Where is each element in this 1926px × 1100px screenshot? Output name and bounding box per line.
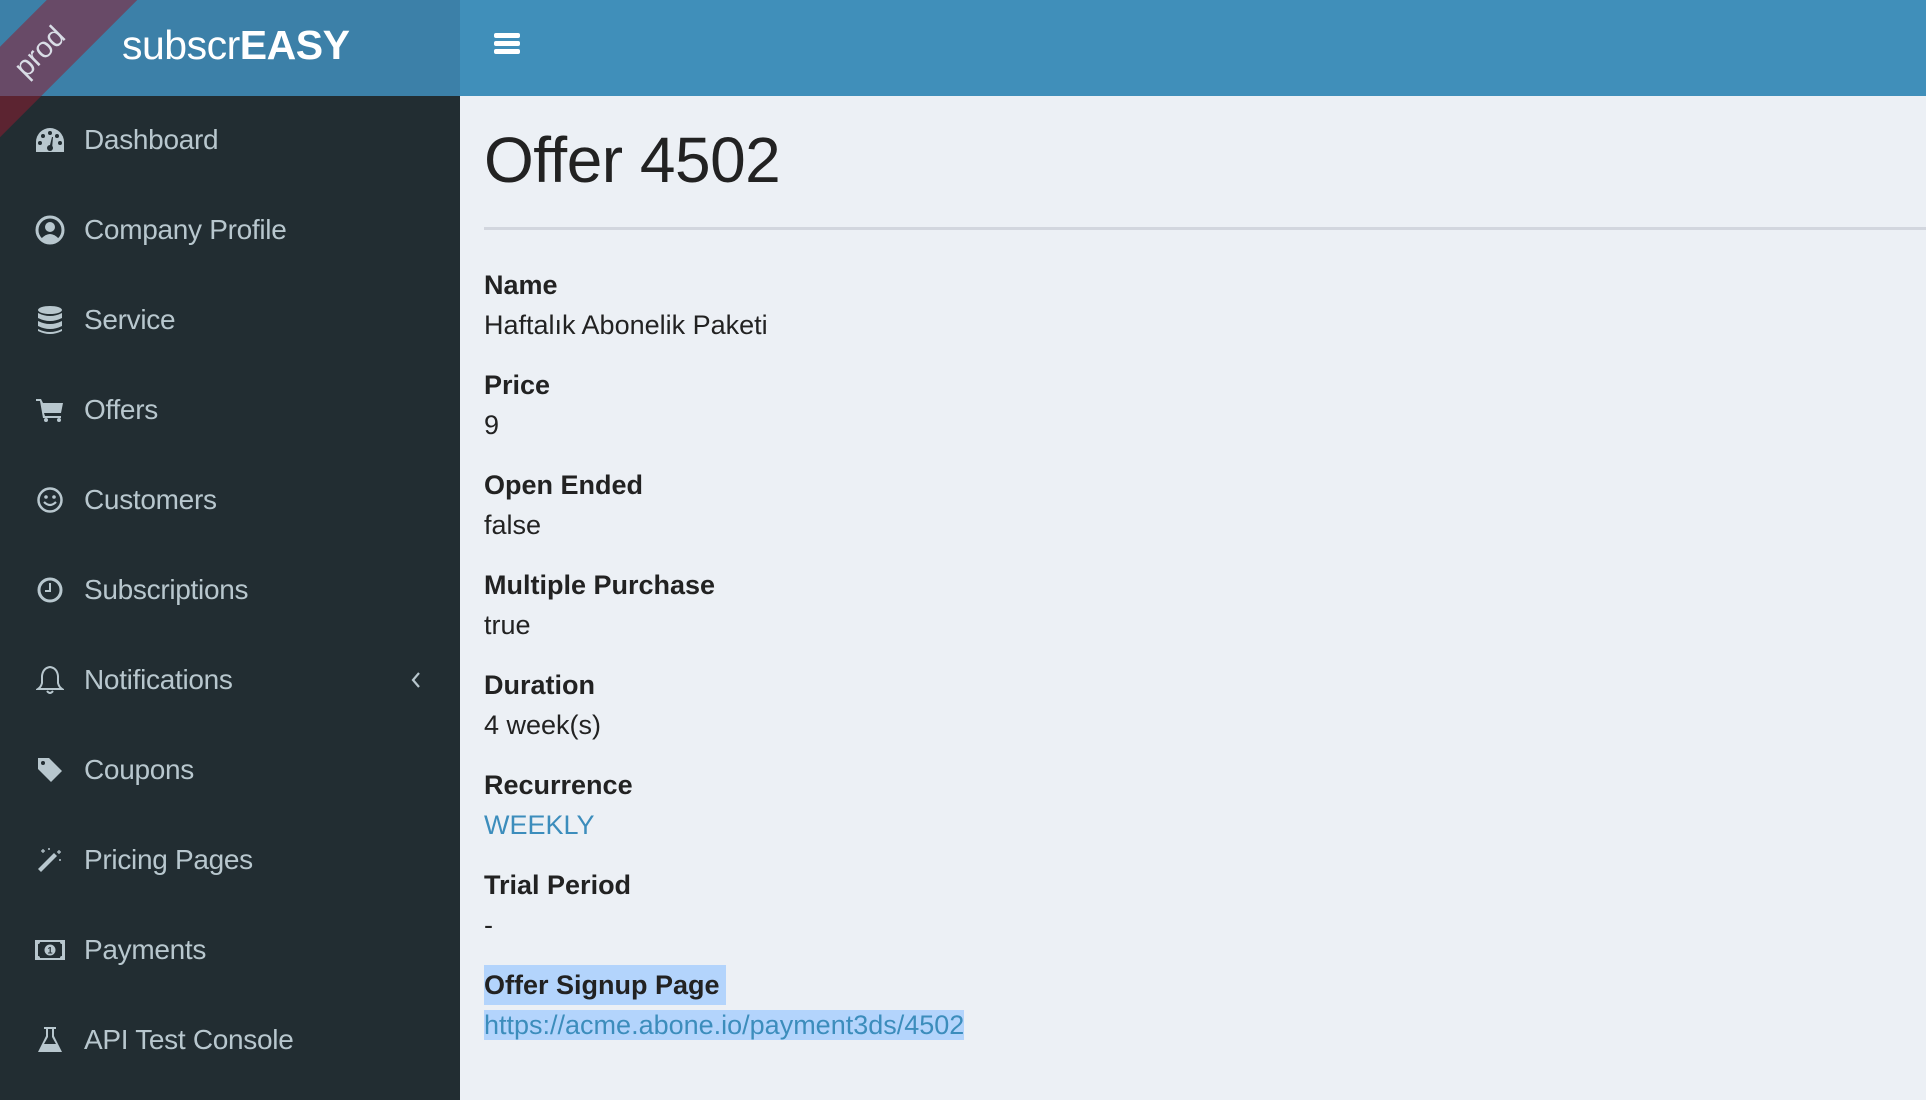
field-multiple-purchase: Multiple Purchase true: [484, 565, 715, 645]
title-divider: [484, 227, 1926, 230]
sidebar-item-label: Coupons: [84, 754, 194, 785]
sidebar-item-payments[interactable]: 1 Payments: [0, 905, 460, 995]
hamburger-icon[interactable]: [494, 33, 522, 57]
field-label: Recurrence: [484, 770, 633, 800]
sidebar-item-label: Pricing Pages: [84, 844, 253, 875]
field-recurrence: Recurrence WEEKLY: [484, 765, 633, 845]
sidebar-item-offers[interactable]: Offers: [0, 365, 460, 455]
sidebar-item-notifications[interactable]: Notifications: [0, 635, 460, 725]
bell-icon: [34, 664, 66, 696]
sidebar-item-label: Subscriptions: [84, 574, 249, 605]
sidebar-item-label: Company Profile: [84, 214, 287, 245]
dashboard-gauge-icon: [34, 124, 66, 156]
sidebar-item-label: Customers: [84, 484, 217, 515]
chevron-left-icon[interactable]: [406, 665, 426, 695]
sidebar-item-api-test-console[interactable]: API Test Console: [0, 995, 460, 1085]
flask-icon: [34, 1024, 66, 1056]
page-title: Offer 4502: [484, 124, 781, 196]
hamburger-bar: [494, 41, 520, 46]
sidebar-item-label: Payments: [84, 934, 207, 965]
smile-icon: [34, 484, 66, 516]
svg-text:1: 1: [47, 946, 52, 956]
field-value: 9: [484, 410, 500, 440]
money-bill-icon: 1: [34, 934, 66, 966]
field-duration: Duration 4 week(s): [484, 665, 601, 745]
app-logo[interactable]: subscrEASY: [122, 20, 350, 70]
field-label: Price: [484, 370, 551, 400]
field-value: -: [484, 910, 493, 940]
sidebar-item-customers[interactable]: Customers: [0, 455, 460, 545]
signup-page-url[interactable]: https://acme.abone.io/payment3ds/4502: [484, 1010, 965, 1040]
field-offer-signup-page: Offer Signup Page https://acme.abone.io/…: [484, 965, 965, 1045]
user-circle-icon: [34, 214, 66, 246]
hamburger-bar: [494, 33, 520, 38]
sidebar-item-coupons[interactable]: Coupons: [0, 725, 460, 815]
field-label: Multiple Purchase: [484, 570, 716, 600]
field-label: Duration: [484, 670, 595, 700]
logo-text-bold: EASY: [239, 22, 350, 68]
field-label: Open Ended: [484, 470, 644, 500]
field-value: Haftalık Abonelik Paketi: [484, 310, 768, 340]
sidebar-item-label: Dashboard: [84, 124, 219, 155]
field-label: Trial Period: [484, 870, 632, 900]
logo-text-light: subscr: [122, 22, 240, 68]
magic-wand-icon: [34, 844, 66, 876]
shopping-cart-icon: [34, 394, 66, 426]
database-icon: [34, 304, 66, 336]
sidebar-item-label: API Test Console: [84, 1024, 294, 1055]
sidebar-item-subscriptions[interactable]: Subscriptions: [0, 545, 460, 635]
field-trial-period: Trial Period -: [484, 865, 631, 945]
field-name: Name Haftalık Abonelik Paketi: [484, 265, 768, 345]
field-label: Offer Signup Page: [484, 965, 726, 1005]
field-label: Name: [484, 270, 558, 300]
hamburger-bar: [494, 49, 520, 54]
sidebar: Dashboard Company Profile Service Offers…: [0, 96, 460, 1100]
top-header: subscrEASY: [0, 0, 1926, 96]
sidebar-item-dashboard[interactable]: Dashboard: [0, 95, 460, 185]
field-price: Price 9: [484, 365, 550, 445]
signup-page-link[interactable]: https://acme.abone.io/payment3ds/4502: [484, 1005, 965, 1045]
field-open-ended: Open Ended false: [484, 465, 643, 545]
logo-area[interactable]: subscrEASY: [0, 0, 460, 96]
clock-icon: [34, 574, 66, 606]
field-value: true: [484, 610, 531, 640]
sidebar-item-label: Offers: [84, 394, 158, 425]
sidebar-item-pricing-pages[interactable]: Pricing Pages: [0, 815, 460, 905]
sidebar-item-company-profile[interactable]: Company Profile: [0, 185, 460, 275]
sidebar-item-label: Service: [84, 304, 176, 335]
field-value: false: [484, 510, 542, 540]
sidebar-item-label: Notifications: [84, 664, 233, 695]
field-value: 4 week(s): [484, 710, 602, 740]
recurrence-link[interactable]: WEEKLY: [484, 805, 633, 845]
sidebar-item-service[interactable]: Service: [0, 275, 460, 365]
tag-icon: [34, 754, 66, 786]
main-content: Offer 4502 Name Haftalık Abonelik Paketi…: [460, 96, 1926, 1100]
